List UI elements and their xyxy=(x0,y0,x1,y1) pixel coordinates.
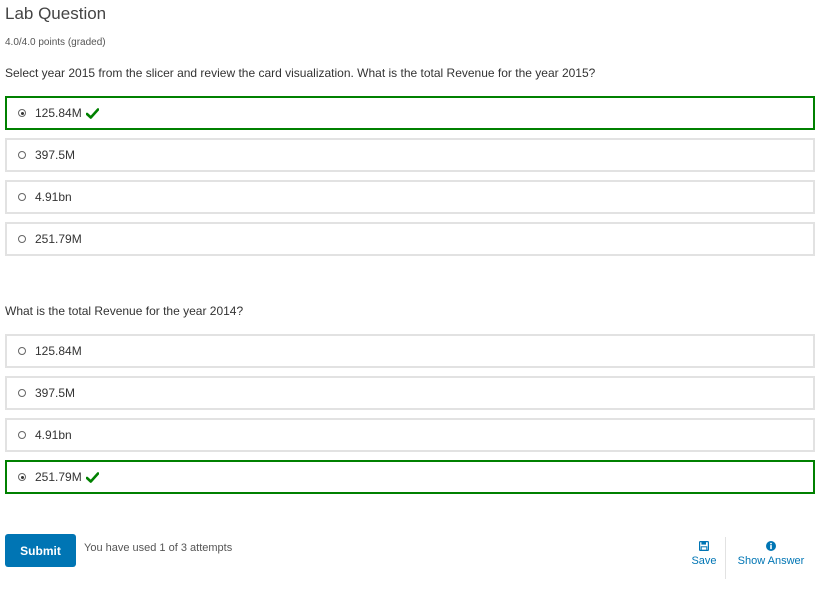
choice-label: 4.91bn xyxy=(35,428,72,442)
choice-label: 397.5M xyxy=(35,386,76,400)
choice-251-79m[interactable]: 251.79M xyxy=(5,222,815,256)
check-icon xyxy=(85,107,99,119)
question-1-choices: 125.84M 397.5M 4.91bn 251.79M xyxy=(5,96,815,264)
radio-unselected[interactable] xyxy=(18,347,26,355)
choice-397-5m[interactable]: 397.5M xyxy=(5,376,815,410)
points-text: 4.0/4.0 points (graded) xyxy=(5,37,106,48)
floppy-disk-icon xyxy=(699,541,709,551)
radio-unselected[interactable] xyxy=(18,151,26,159)
choice-label: 125.84M xyxy=(35,344,82,358)
radio-unselected[interactable] xyxy=(18,193,26,201)
radio-unselected[interactable] xyxy=(18,389,26,397)
choice-4-91bn[interactable]: 4.91bn xyxy=(5,180,815,214)
radio-unselected[interactable] xyxy=(18,431,26,439)
attempts-text: You have used 1 of 3 attempts xyxy=(84,542,233,554)
choice-label: 251.79M xyxy=(35,232,82,246)
problem-title: Lab Question xyxy=(5,4,107,23)
submit-button[interactable]: Submit xyxy=(5,534,76,567)
question-1-prompt: Select year 2015 from the slicer and rev… xyxy=(5,66,596,80)
radio-selected[interactable] xyxy=(18,109,26,117)
show-answer-label: Show Answer xyxy=(737,555,805,567)
question-2-prompt: What is the total Revenue for the year 2… xyxy=(5,304,244,318)
actions-divider xyxy=(725,537,726,579)
choice-397-5m[interactable]: 397.5M xyxy=(5,138,815,172)
save-label: Save xyxy=(691,555,717,567)
radio-unselected[interactable] xyxy=(18,235,26,243)
choice-label: 397.5M xyxy=(35,148,76,162)
save-button[interactable]: Save xyxy=(690,541,718,567)
choice-label: 125.84M xyxy=(35,106,82,120)
question-2-choices: 125.84M 397.5M 4.91bn 251.79M xyxy=(5,334,815,502)
choice-251-79m[interactable]: 251.79M xyxy=(5,460,815,494)
radio-selected[interactable] xyxy=(18,473,26,481)
info-icon xyxy=(766,541,776,551)
choice-4-91bn[interactable]: 4.91bn xyxy=(5,418,815,452)
choice-label: 251.79M xyxy=(35,470,82,484)
choice-125-84m[interactable]: 125.84M xyxy=(5,334,815,368)
show-answer-button[interactable]: Show Answer xyxy=(736,541,806,567)
check-icon xyxy=(85,471,99,483)
choice-label: 4.91bn xyxy=(35,190,72,204)
choice-125-84m[interactable]: 125.84M xyxy=(5,96,815,130)
